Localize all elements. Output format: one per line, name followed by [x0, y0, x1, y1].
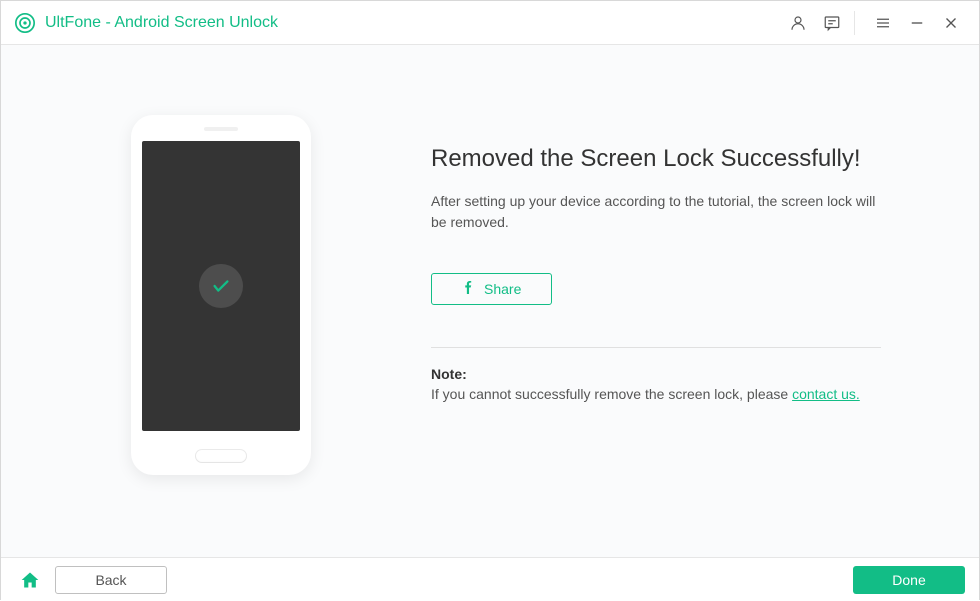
phone-speaker	[204, 127, 238, 131]
phone-home-button	[195, 449, 247, 463]
titlebar: UltFone - Android Screen Unlock	[1, 1, 979, 45]
phone-illustration	[81, 115, 361, 517]
share-button[interactable]: Share	[431, 273, 552, 305]
home-icon[interactable]	[15, 570, 45, 590]
done-button[interactable]: Done	[853, 566, 965, 594]
result-description: After setting up your device according t…	[431, 191, 881, 233]
note-label: Note:	[431, 366, 919, 382]
phone-screen	[142, 141, 300, 431]
info-panel: Removed the Screen Lock Successfully! Af…	[361, 115, 919, 517]
share-button-label: Share	[484, 281, 521, 297]
app-title: UltFone - Android Screen Unlock	[45, 14, 278, 32]
phone-mockup	[131, 115, 311, 475]
checkmark-circle-icon	[199, 264, 243, 308]
note-body: If you cannot successfully remove the sc…	[431, 386, 792, 402]
minimize-icon[interactable]	[903, 9, 931, 37]
main-content: Removed the Screen Lock Successfully! Af…	[1, 45, 979, 557]
note-text: If you cannot successfully remove the sc…	[431, 386, 919, 402]
feedback-icon[interactable]	[818, 9, 846, 37]
account-icon[interactable]	[784, 9, 812, 37]
divider	[431, 347, 881, 348]
contact-link[interactable]: contact us.	[792, 386, 860, 402]
menu-icon[interactable]	[869, 9, 897, 37]
app-logo-icon	[15, 13, 35, 33]
close-icon[interactable]	[937, 9, 965, 37]
titlebar-divider	[854, 11, 855, 35]
facebook-icon	[462, 281, 475, 297]
back-button[interactable]: Back	[55, 566, 167, 594]
footer: Back Done	[1, 557, 979, 601]
result-heading: Removed the Screen Lock Successfully!	[431, 145, 919, 173]
